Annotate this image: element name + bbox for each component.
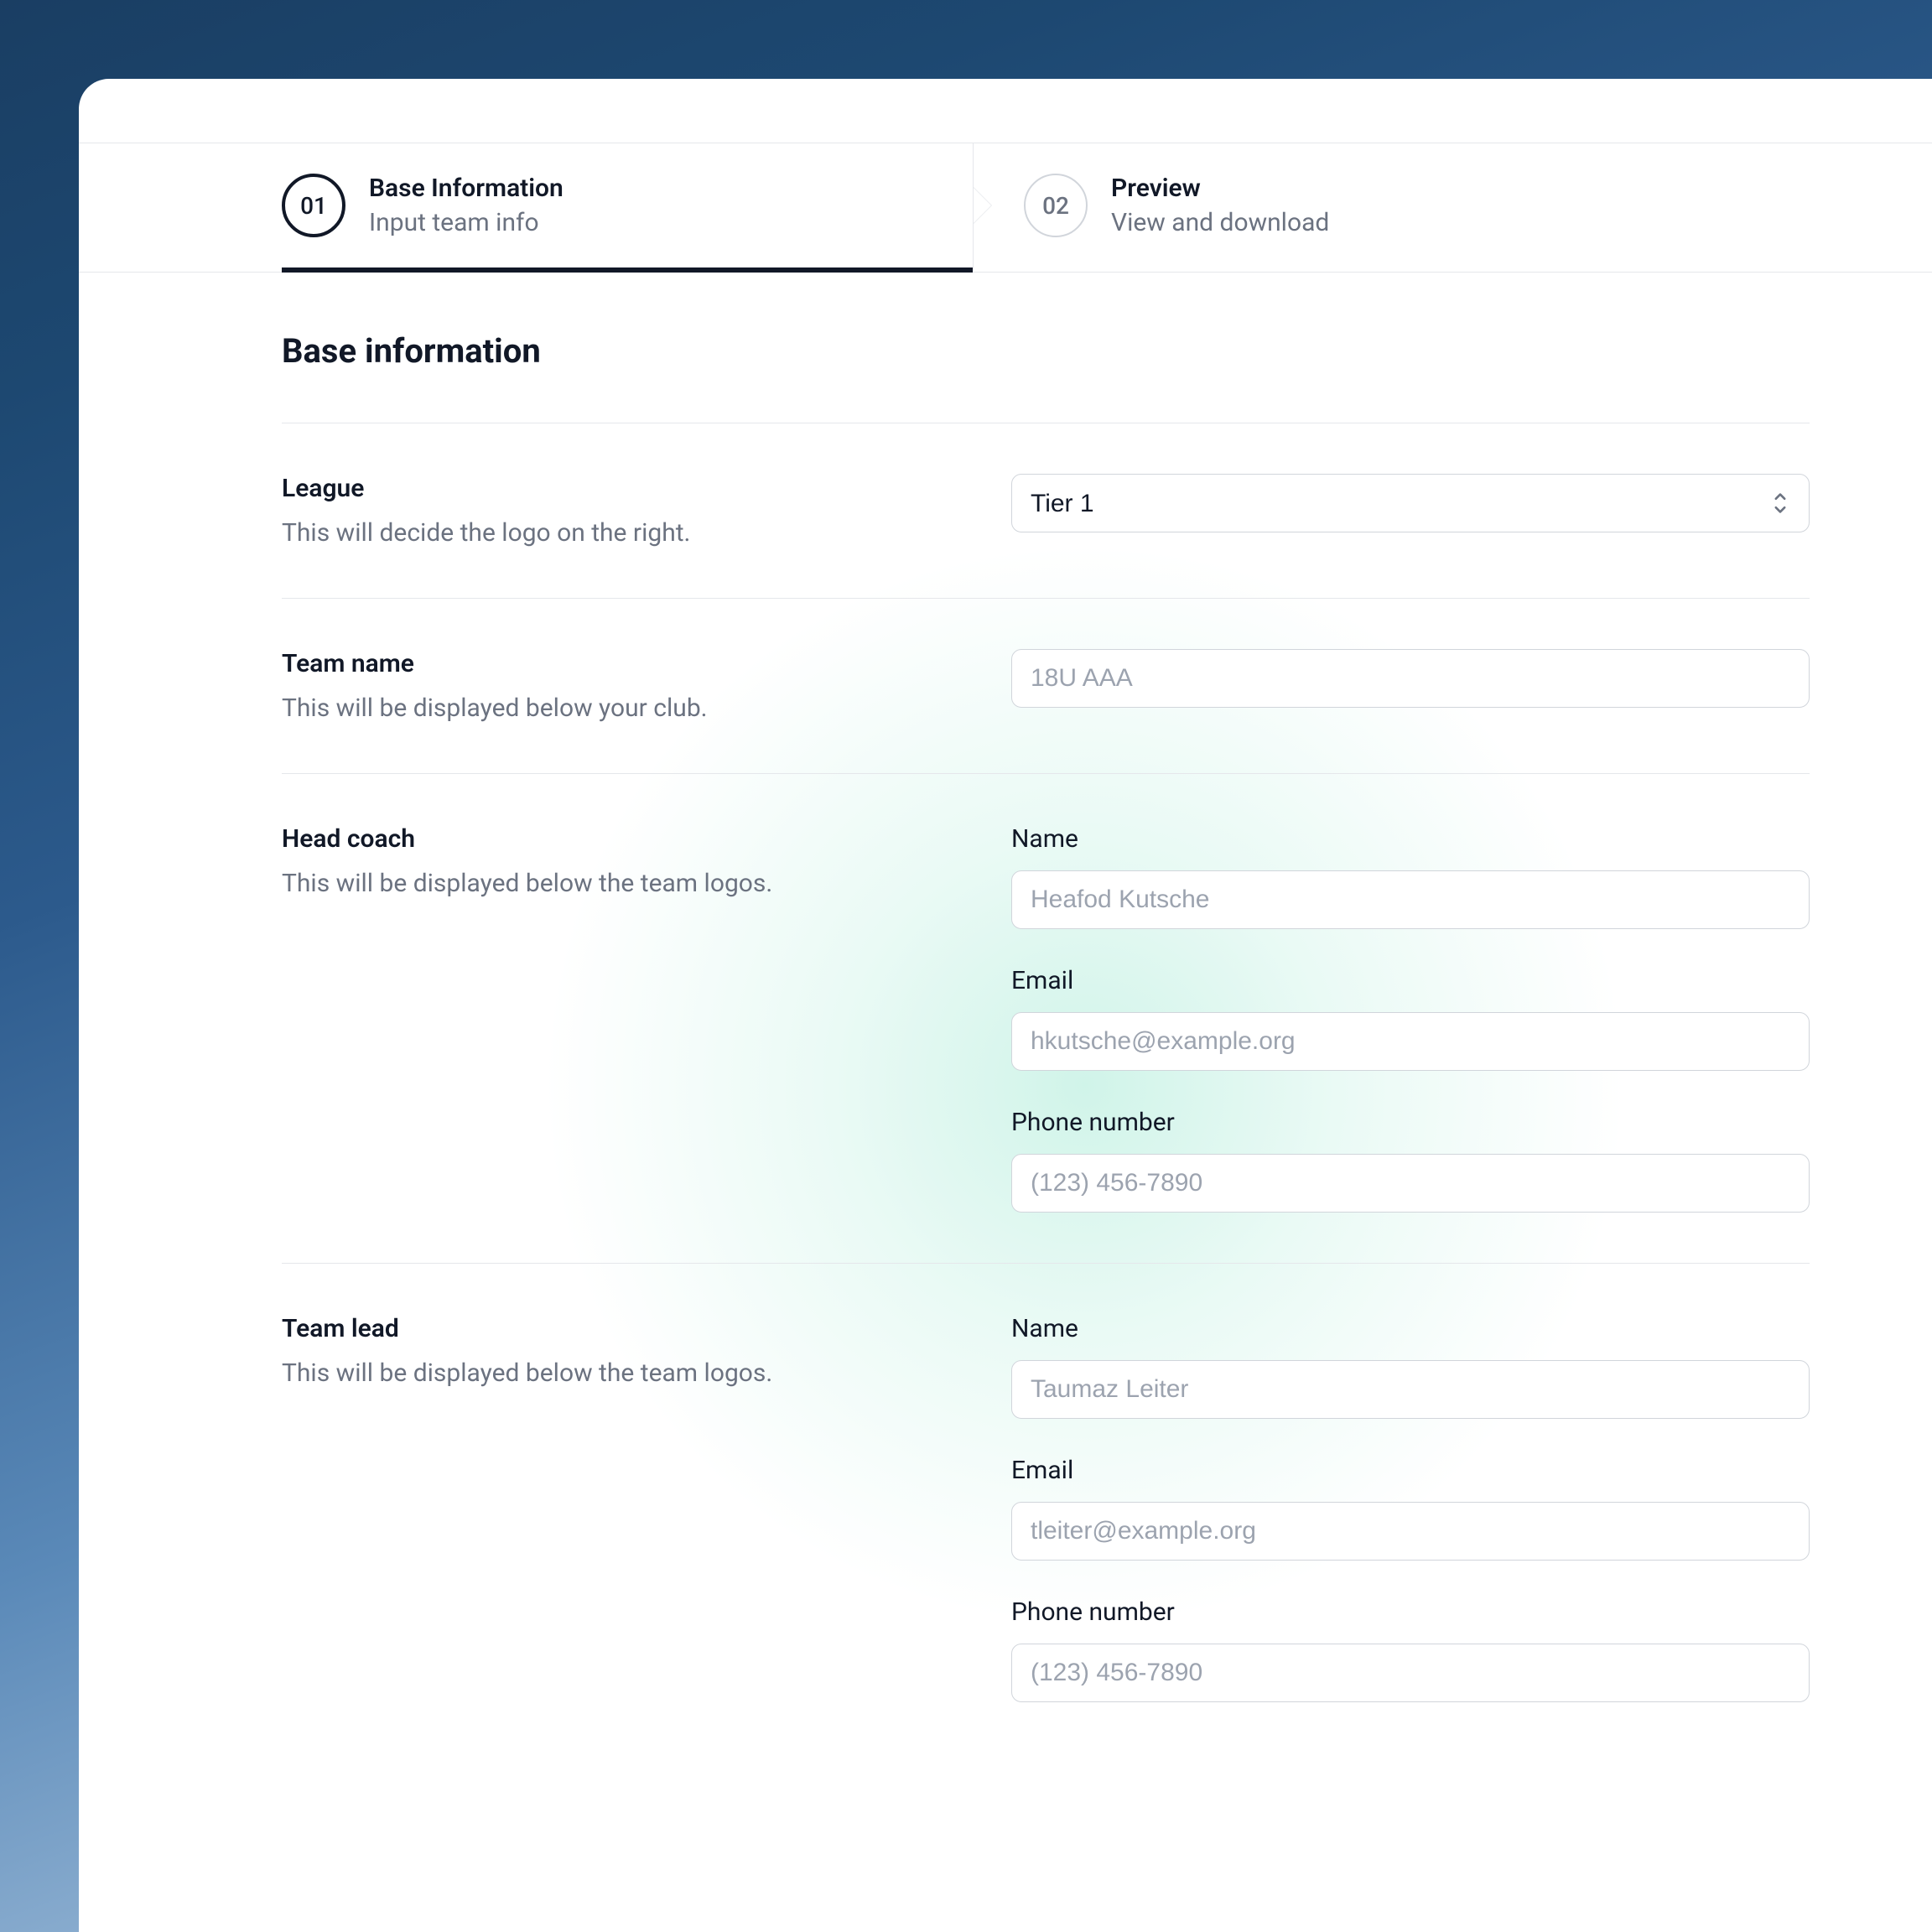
team-name-hint: This will be displayed below your club.: [282, 693, 1011, 723]
section-team-lead: Team lead This will be displayed below t…: [282, 1263, 1810, 1753]
team-lead-email-input[interactable]: [1011, 1502, 1810, 1561]
team-name-label: Team name: [282, 649, 1011, 678]
section-head-coach: Head coach This will be displayed below …: [282, 773, 1810, 1263]
step-preview[interactable]: 02 Preview View and download: [973, 143, 1664, 273]
league-select[interactable]: Tier 1: [1011, 474, 1810, 532]
league-label: League: [282, 474, 1011, 503]
app-window: 01 Base Information Input team info 02 P…: [79, 79, 1932, 1932]
league-hint: This will decide the logo on the right.: [282, 518, 1011, 548]
team-lead-phone-label: Phone number: [1011, 1597, 1810, 1627]
head-coach-hint: This will be displayed below the team lo…: [282, 869, 1011, 898]
team-lead-name-input[interactable]: [1011, 1360, 1810, 1419]
section-league: League This will decide the logo on the …: [282, 423, 1810, 598]
form-content: Base information League This will decide…: [79, 273, 1932, 1753]
section-team-name: Team name This will be displayed below y…: [282, 598, 1810, 773]
head-coach-name-input[interactable]: [1011, 870, 1810, 929]
head-coach-phone-input[interactable]: [1011, 1154, 1810, 1213]
step-number-badge: 01: [282, 174, 345, 237]
team-name-input[interactable]: [1011, 649, 1810, 708]
step-subtitle: View and download: [1111, 208, 1329, 237]
step-number-badge: 02: [1024, 174, 1088, 237]
head-coach-name-label: Name: [1011, 824, 1810, 854]
head-coach-phone-label: Phone number: [1011, 1108, 1810, 1137]
team-lead-hint: This will be displayed below the team lo…: [282, 1358, 1011, 1388]
step-base-information[interactable]: 01 Base Information Input team info: [282, 143, 973, 273]
stepper: 01 Base Information Input team info 02 P…: [79, 143, 1932, 273]
page-title: Base information: [282, 331, 1810, 371]
head-coach-label: Head coach: [282, 824, 1011, 854]
team-lead-email-label: Email: [1011, 1456, 1810, 1485]
head-coach-email-input[interactable]: [1011, 1012, 1810, 1071]
step-title: Base Information: [369, 174, 564, 203]
team-lead-label: Team lead: [282, 1314, 1011, 1343]
team-lead-phone-input[interactable]: [1011, 1644, 1810, 1702]
head-coach-email-label: Email: [1011, 966, 1810, 995]
step-title: Preview: [1111, 174, 1329, 203]
team-lead-name-label: Name: [1011, 1314, 1810, 1343]
step-subtitle: Input team info: [369, 208, 564, 237]
